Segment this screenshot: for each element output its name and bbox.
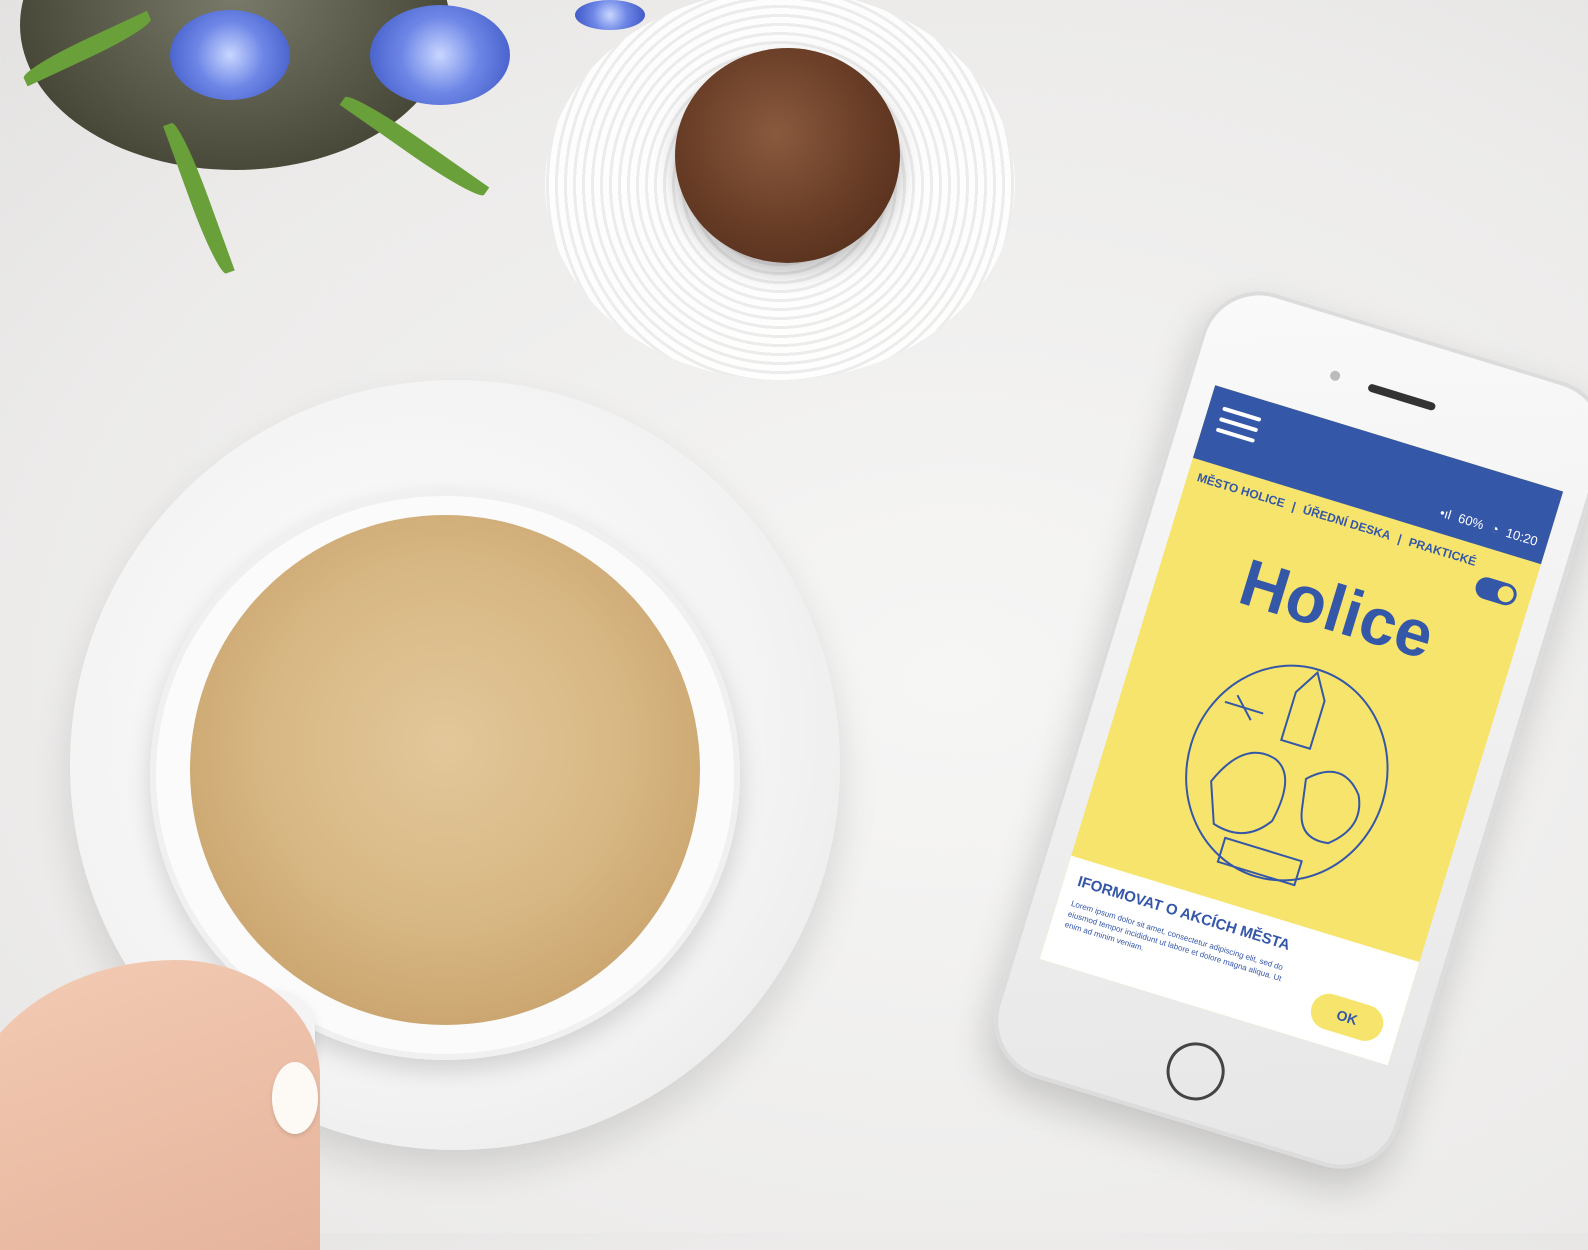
battery-label: 60% [1456, 510, 1486, 533]
app-screen: •ıl 60% ◔ 10:20 MĚSTO HOLICE | ÚŘEDNÍ DE… [1039, 385, 1564, 1066]
signal-icon: •ıl [1438, 504, 1454, 523]
ok-button[interactable]: OK [1306, 989, 1388, 1046]
smartphone: •ıl 60% ◔ 10:20 MĚSTO HOLICE | ÚŘEDNÍ DE… [979, 276, 1588, 1184]
flower [575, 0, 645, 30]
fingernail [272, 1062, 318, 1134]
nav-separator: | [1396, 531, 1404, 546]
home-button[interactable] [1159, 1035, 1232, 1108]
photo-scene: •ıl 60% ◔ 10:20 MĚSTO HOLICE | ÚŘEDNÍ DE… [0, 0, 1588, 1250]
flower [370, 5, 510, 105]
toggle-switch[interactable] [1472, 574, 1520, 608]
town-illustration [1185, 664, 1389, 887]
clock-label: 10:20 [1504, 525, 1540, 549]
camera-icon [1328, 369, 1342, 383]
speaker-icon [1367, 383, 1437, 412]
flower [170, 10, 290, 100]
coffee-foam [190, 515, 700, 1025]
nav-separator: | [1290, 499, 1298, 514]
plant-leaf [339, 90, 490, 203]
hamburger-menu-icon[interactable] [1213, 406, 1262, 450]
cookie [675, 48, 900, 263]
status-bar: •ıl 60% ◔ 10:20 [1438, 505, 1539, 549]
wifi-icon: ◔ [1488, 520, 1501, 538]
